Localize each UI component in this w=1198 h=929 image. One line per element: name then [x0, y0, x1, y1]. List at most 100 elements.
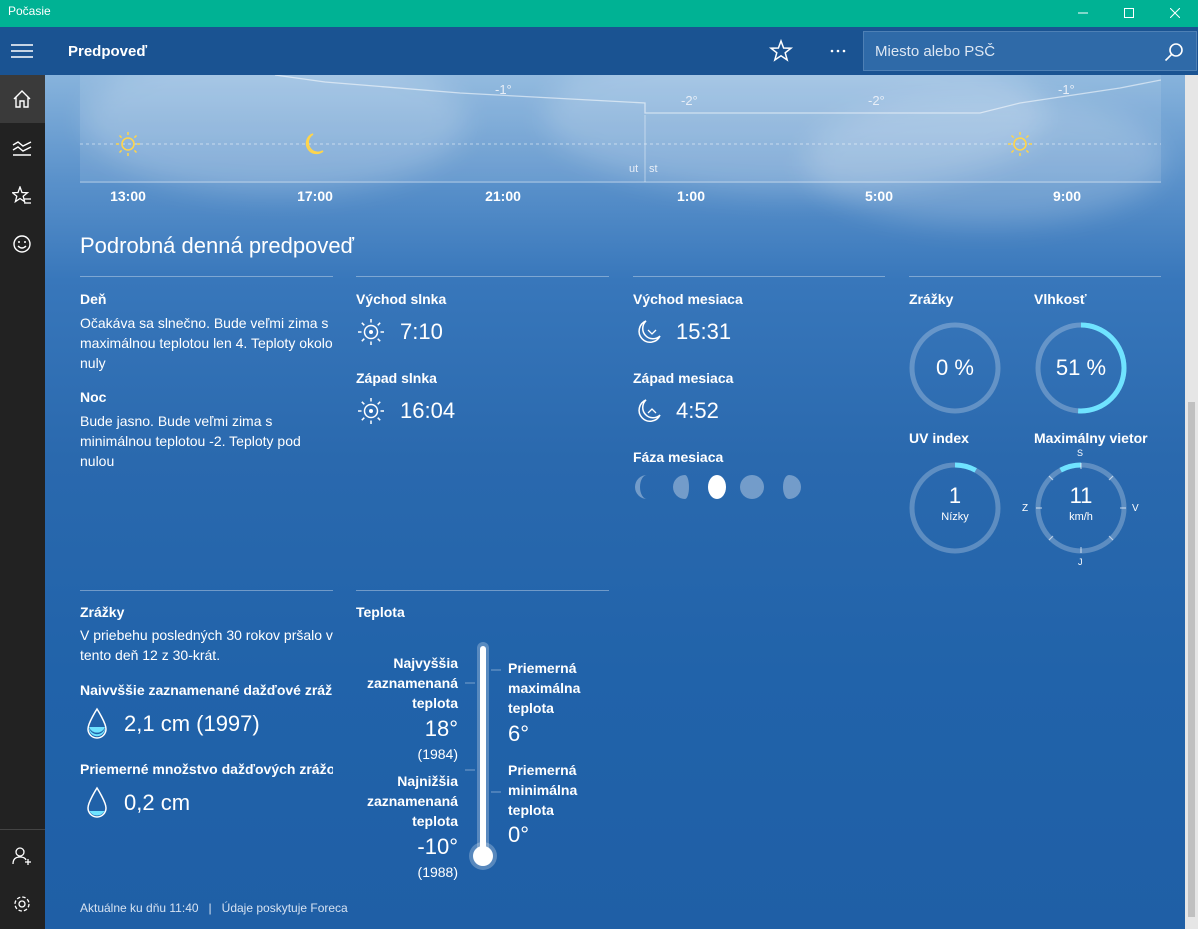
- sidebar-item-maps[interactable]: [0, 123, 45, 171]
- hour-label: 1:00: [676, 188, 706, 204]
- home-icon: [13, 90, 31, 108]
- record-low-year: (1988): [417, 864, 458, 880]
- avg-min-label: Priemerná minimálna teplota: [508, 762, 578, 818]
- history-precip-text: V priebehu posledných 30 rokov pršalo v …: [80, 627, 333, 663]
- sidebar-item-settings[interactable]: [0, 880, 45, 928]
- humidity-value: 51 %: [1055, 355, 1107, 380]
- sunset-icon: [358, 398, 384, 424]
- hour-label: 17:00: [297, 188, 333, 204]
- moonset-icon: [638, 399, 661, 422]
- forecast-content[interactable]: -1° -2° -2° -1° ut st 13:00 17:00 21:00 …: [45, 75, 1185, 929]
- sidebar-item-news[interactable]: [0, 220, 45, 268]
- avg-min-value: 0°: [508, 822, 530, 847]
- favorite-button[interactable]: [766, 37, 796, 65]
- sunset-label: Západ slnka: [356, 370, 437, 386]
- hourly-temp: -2°: [868, 93, 885, 108]
- history-temp-label: Teplota: [356, 604, 405, 620]
- compass-west: Z: [1022, 503, 1029, 514]
- thermometer-icon: [465, 642, 501, 870]
- moonset-time: 4:52: [676, 398, 719, 423]
- moon-phase-icon: [635, 475, 647, 499]
- raindrop-icon: [87, 707, 107, 739]
- avg-rain-value: 0,2 cm: [124, 790, 191, 815]
- scrollbar-thumb[interactable]: [1188, 402, 1195, 917]
- day-mark: ut: [629, 163, 639, 175]
- sunrise-label: Východ slnka: [356, 291, 447, 307]
- minimize-icon: [1078, 12, 1088, 14]
- moonrise-label: Východ mesiaca: [633, 291, 743, 307]
- search-box: [863, 31, 1197, 71]
- compass-south: J: [1078, 557, 1083, 567]
- night-label: Noc: [80, 389, 107, 405]
- precip-label: Zrážky: [909, 291, 954, 307]
- avg-max-label: Priemerná maximálna teplota: [508, 660, 581, 716]
- menu-button[interactable]: [0, 27, 45, 75]
- hourly-temp: -1°: [1058, 82, 1075, 97]
- record-high-value: 18°: [424, 716, 458, 741]
- sidebar-separator: [0, 829, 45, 830]
- moonrise-time: 15:31: [676, 319, 732, 344]
- window-title: Počasie: [8, 4, 51, 18]
- sunrise-time: 7:10: [400, 319, 443, 344]
- compass-east: V: [1132, 503, 1139, 514]
- maximize-button[interactable]: [1106, 0, 1152, 27]
- day-label: Deň: [80, 291, 107, 307]
- star-icon: [768, 38, 794, 62]
- sidebar-item-forecast[interactable]: [0, 75, 45, 123]
- hourly-temp: -1°: [495, 82, 512, 97]
- hour-label: 9:00: [1052, 188, 1082, 204]
- raindrop-icon: [87, 786, 107, 818]
- title-bar: Počasie: [0, 0, 1198, 27]
- close-button[interactable]: [1152, 0, 1198, 27]
- more-icon: [830, 49, 846, 53]
- moonphase-strip: [635, 475, 801, 499]
- divider: [633, 276, 885, 277]
- moonset-label: Západ mesiaca: [633, 370, 734, 386]
- maximize-icon: [1124, 8, 1134, 18]
- night-description: Bude jasno. Bude veľmi zima s minimálnou…: [80, 413, 301, 469]
- record-high-label: Najvyššia zaznamenaná teplota: [366, 655, 458, 711]
- uv-label: UV index: [909, 430, 969, 446]
- more-options-button[interactable]: [823, 37, 853, 65]
- history-precip-label: Zrážky: [80, 604, 125, 620]
- hour-label: 13:00: [110, 188, 146, 204]
- sunset-time: 16:04: [400, 398, 456, 423]
- hamburger-icon: [11, 44, 33, 58]
- minimize-button[interactable]: [1060, 0, 1106, 27]
- max-rain-label: Naivvššie zaznamenané dažďové zrážky: [80, 682, 333, 698]
- page-title: Predpoveď: [68, 43, 148, 60]
- sidebar-item-favorites[interactable]: [0, 172, 45, 220]
- section-heading: Podrobná denná predpoveď: [80, 233, 355, 258]
- divider: [356, 276, 609, 277]
- compass-north: S: [1077, 448, 1084, 458]
- precip-value: 0 %: [936, 355, 974, 380]
- record-high-year: (1984): [417, 746, 458, 762]
- max-rain-value: 2,1 cm (1997): [124, 711, 260, 736]
- wind-label: Maximálny vietor: [1034, 430, 1148, 446]
- moonphase-label: Fáza mesiaca: [633, 449, 724, 465]
- user-add-icon: [12, 847, 31, 865]
- avg-rain-label: Priemerné množstvo dažďových zrážok: [80, 761, 333, 777]
- hourly-chart: [80, 75, 1161, 183]
- hourly-temp: -2°: [681, 93, 698, 108]
- hour-label: 5:00: [864, 188, 894, 204]
- moon-phase-icon: [740, 475, 764, 499]
- vertical-scrollbar[interactable]: [1185, 75, 1198, 929]
- day-mark: st: [649, 163, 658, 175]
- close-icon: [1170, 8, 1180, 18]
- app-bar: Predpoveď: [0, 27, 1198, 75]
- divider: [80, 590, 333, 591]
- star-list-icon: [12, 186, 31, 204]
- hour-label: 21:00: [485, 188, 521, 204]
- search-icon[interactable]: [1164, 42, 1184, 62]
- avg-max-value: 6°: [508, 721, 530, 746]
- smiley-icon: [13, 235, 31, 253]
- search-input[interactable]: [864, 32, 1154, 70]
- record-low-value: -10°: [417, 834, 458, 859]
- sidebar-item-account[interactable]: [0, 832, 45, 880]
- divider: [80, 276, 333, 277]
- wind-unit: km/h: [1069, 511, 1093, 523]
- day-description: Očakáva sa slnečno. Bude veľmi zima s ma…: [80, 315, 333, 371]
- moon-phase-icon: [708, 475, 726, 499]
- divider: [356, 590, 609, 591]
